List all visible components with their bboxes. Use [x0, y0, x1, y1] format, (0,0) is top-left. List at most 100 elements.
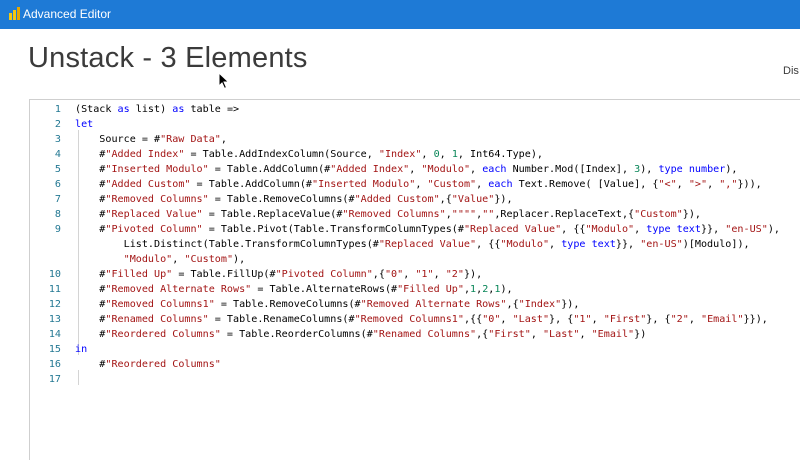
code-token: ,{ [372, 269, 385, 280]
code-text: #"Removed Columns1" = Table.RemoveColumn… [75, 297, 579, 312]
code-token: # [75, 209, 106, 220]
code-token: , [470, 164, 483, 175]
code-token: "Modulo" [585, 224, 635, 235]
window-title-bar: Advanced Editor [0, 0, 800, 29]
code-token: "Last" [512, 314, 550, 325]
code-token: "Inserted Modulo" [312, 179, 416, 190]
code-text: #"Filled Up" = Table.FillUp(#"Pivoted Co… [75, 267, 482, 282]
code-token: "Renamed Columns" [105, 314, 209, 325]
code-token: # [75, 149, 106, 160]
code-text: List.Distinct(Table.TransformColumnTypes… [75, 237, 750, 252]
code-token: "Modulo" [500, 239, 550, 250]
code-token: = Table.AddIndexColumn(Source, [184, 149, 379, 160]
code-token: , [591, 314, 604, 325]
code-token: "en-US" [640, 239, 683, 250]
code-token: as [117, 104, 130, 115]
code-token: , [634, 224, 647, 235]
code-token: }}, [615, 239, 641, 250]
code-token: = Table.FillUp(# [172, 269, 276, 280]
display-options-button[interactable]: Dis [783, 65, 799, 77]
code-token: (Stack [75, 104, 118, 115]
line-number: 8 [54, 209, 61, 220]
code-token: # [75, 359, 106, 370]
code-token: "Value" [451, 194, 495, 205]
code-token: , [676, 179, 689, 190]
code-text: "Modulo", "Custom"), [75, 252, 246, 267]
code-token: , [549, 239, 562, 250]
code-text: #"Pivoted Column" = Table.Pivot(Table.Tr… [75, 222, 780, 237]
code-token: Source = # [75, 134, 161, 145]
code-token: """" [451, 209, 477, 220]
code-token: "Index" [518, 299, 562, 310]
code-token: "Email" [701, 314, 744, 325]
line-number: 7 [54, 194, 61, 205]
code-token: , [707, 179, 720, 190]
code-token: = Table.ReorderColumns(# [220, 329, 373, 340]
code-token: "Custom" [427, 179, 477, 190]
code-token: "Removed Columns" [105, 194, 209, 205]
code-token: ), [767, 224, 780, 235]
code-token: "Replaced Value" [463, 224, 562, 235]
code-token: = Table.AlternateRows(# [251, 284, 398, 295]
code-token: # [75, 269, 106, 280]
code-token: , [476, 179, 489, 190]
code-token: "Replaced Value" [105, 209, 203, 220]
query-name-heading: Unstack - 3 Elements [28, 42, 308, 74]
code-token: "First" [603, 314, 647, 325]
code-token: "Raw Data" [160, 134, 221, 145]
code-token: = Table.ReplaceValue(# [202, 209, 343, 220]
code-token: }), [682, 209, 701, 220]
code-text: #"Replaced Value" = Table.ReplaceValue(#… [75, 207, 701, 222]
line-number: 4 [54, 149, 61, 160]
code-token: "en-US" [725, 224, 768, 235]
code-token: "2" [670, 314, 689, 325]
code-token: "Renamed Columns" [372, 329, 477, 340]
code-token: in [75, 344, 88, 355]
code-token: "Modulo" [421, 164, 471, 175]
code-token: # [75, 284, 106, 295]
code-token: "Last" [542, 329, 580, 340]
code-token: table => [184, 104, 240, 115]
line-number: 2 [54, 119, 61, 130]
code-token: , [421, 149, 434, 160]
code-token: Number.Mod([Index], [506, 164, 635, 175]
code-token: # [75, 314, 106, 325]
code-token: # [75, 224, 106, 235]
code-token: }}, [700, 224, 726, 235]
code-token: "Reordered Columns" [105, 359, 221, 370]
line-number: 11 [48, 284, 61, 295]
code-token: list) [129, 104, 173, 115]
code-text: #"Removed Alternate Rows" = Table.Altern… [75, 282, 513, 297]
code-token: type text [646, 224, 701, 235]
line-number: 15 [48, 344, 61, 355]
code-token: = Table.AddColumn(# [208, 164, 331, 175]
code-token: , {{ [561, 224, 586, 235]
code-text: #"Removed Columns" = Table.RemoveColumns… [75, 192, 512, 207]
code-token: ,{{ [463, 314, 483, 325]
line-number: 16 [48, 359, 61, 370]
line-number: 1 [54, 104, 61, 115]
code-token: # [75, 164, 106, 175]
code-token: ,{ [439, 194, 452, 205]
code-token: ,Replacer.ReplaceText,{ [494, 209, 635, 220]
line-number: 17 [48, 374, 61, 385]
window-title: Advanced Editor [23, 7, 112, 21]
code-token: "," [719, 179, 738, 190]
code-token: "0" [384, 269, 404, 280]
code-token: "Modulo" [123, 254, 173, 265]
code-token: ), [233, 254, 246, 265]
code-token: "Replaced Value" [378, 239, 477, 250]
code-text: let [75, 117, 93, 132]
code-editor[interactable]: 1 (Stack as list) as table => 2 let 3 Source… [29, 99, 800, 460]
code-token: "0" [482, 314, 501, 325]
code-token: # [75, 179, 106, 190]
code-text: #"Reordered Columns" [75, 357, 221, 372]
code-token: ), [500, 284, 513, 295]
code-token: "<" [658, 179, 677, 190]
code-token: "Added Custom" [354, 194, 440, 205]
code-token: , [579, 329, 592, 340]
code-text: in [75, 342, 87, 357]
code-token: , [403, 269, 416, 280]
code-token: type number [658, 164, 726, 175]
